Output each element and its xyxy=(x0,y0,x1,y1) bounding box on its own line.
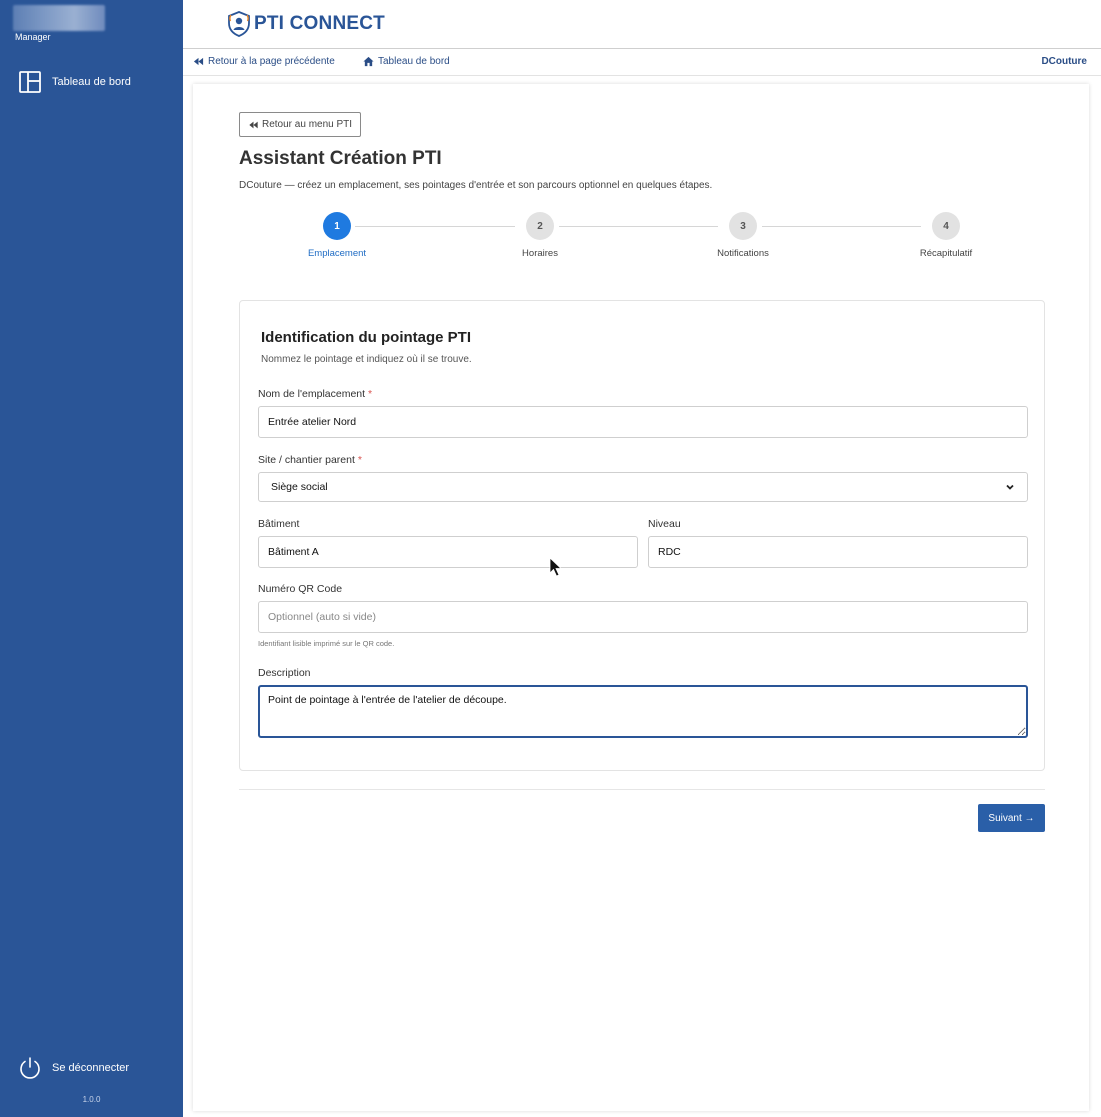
current-user[interactable]: DCouture xyxy=(1041,56,1087,67)
blurred-username xyxy=(13,5,105,31)
step-label: Récapitulatif xyxy=(919,248,973,259)
back-to-menu-label: Retour au menu PTI xyxy=(262,119,353,130)
chevron-down-icon xyxy=(1006,484,1014,490)
top-header: PTI CONNECT xyxy=(183,0,1101,49)
step-number: 4 xyxy=(932,212,960,240)
name-field-label: Nom de l'emplacement * xyxy=(258,388,372,400)
wizard-stepper: 1 Emplacement 2 Horaires 3 Notifications… xyxy=(193,212,1089,264)
qr-code-input[interactable] xyxy=(258,601,1028,633)
back-to-menu-button[interactable]: Retour au menu PTI xyxy=(239,112,362,137)
building-input[interactable] xyxy=(258,536,638,568)
page-subtitle: DCouture — créez un emplacement, ses poi… xyxy=(239,180,713,191)
actions-divider xyxy=(239,789,1045,790)
section-title: Identification du pointage PTI xyxy=(261,329,471,346)
back-previous-link[interactable]: Retour à la page précédente xyxy=(193,56,335,67)
level-field-label: Niveau xyxy=(648,518,681,530)
step-horaires[interactable]: 2 Horaires xyxy=(480,212,600,259)
breadcrumb: Retour à la page précédente Tableau de b… xyxy=(183,50,1101,76)
mouse-cursor-icon xyxy=(549,557,562,577)
step-label: Emplacement xyxy=(307,248,367,259)
section-subtitle: Nommez le pointage et indiquez où il se … xyxy=(261,354,472,365)
double-chevron-left-icon xyxy=(193,57,204,66)
step-number: 2 xyxy=(526,212,554,240)
name-label-text: Nom de l'emplacement xyxy=(258,388,366,400)
home-icon xyxy=(363,56,374,67)
site-select[interactable]: Siège social xyxy=(258,472,1028,502)
step-label: Horaires xyxy=(522,248,558,259)
logout-button[interactable]: Se déconnecter xyxy=(18,1056,129,1080)
back-previous-label: Retour à la page précédente xyxy=(208,56,335,67)
required-marker: * xyxy=(357,454,362,466)
user-role: Manager xyxy=(15,32,51,42)
sidebar-item-dashboard[interactable]: Tableau de bord xyxy=(18,70,131,94)
sidebar: Manager Tableau de bord Se déconnecter 1… xyxy=(0,0,183,1117)
app-logo: PTI CONNECT xyxy=(227,11,385,37)
step-recapitulatif[interactable]: 4 Récapitulatif xyxy=(886,212,1006,259)
step-number: 3 xyxy=(729,212,757,240)
step-label: Notifications xyxy=(717,248,769,259)
identification-form: Identification du pointage PTI Nommez le… xyxy=(239,300,1045,771)
wizard-card: Retour au menu PTI Assistant Création PT… xyxy=(193,84,1089,1111)
description-field-label: Description xyxy=(258,667,311,679)
required-marker: * xyxy=(367,388,373,400)
dashboard-icon xyxy=(19,71,41,93)
dashboard-link-label: Tableau de bord xyxy=(378,56,450,67)
qr-field-label: Numéro QR Code xyxy=(258,583,343,595)
step-number: 1 xyxy=(323,212,351,240)
step-notifications[interactable]: 3 Notifications xyxy=(683,212,803,259)
step-emplacement[interactable]: 1 Emplacement xyxy=(277,212,397,259)
site-field-label: Site / chantier parent * xyxy=(258,454,362,466)
location-name-input[interactable] xyxy=(258,406,1028,438)
next-button[interactable]: Suivant → xyxy=(978,804,1045,832)
double-chevron-left-icon xyxy=(249,121,258,128)
qr-help-text: Identifiant lisible imprimé sur le QR co… xyxy=(258,639,395,648)
logout-label: Se déconnecter xyxy=(52,1062,130,1074)
building-field-label: Bâtiment xyxy=(258,518,300,530)
pti-shield-logo-icon xyxy=(228,11,250,37)
sidebar-item-label: Tableau de bord xyxy=(52,76,131,88)
user-block: Manager xyxy=(13,5,105,42)
power-icon xyxy=(20,1057,40,1079)
level-input[interactable] xyxy=(648,536,1028,568)
page-title: Assistant Création PTI xyxy=(239,148,442,169)
app-version: 1.0.0 xyxy=(82,1095,101,1104)
app-name: PTI CONNECT xyxy=(254,13,385,34)
dashboard-link[interactable]: Tableau de bord xyxy=(363,56,450,67)
site-select-value: Siège social xyxy=(271,481,328,493)
description-textarea[interactable]: Point de pointage à l'entrée de l'atelie… xyxy=(258,685,1028,738)
site-label-text: Site / chantier parent xyxy=(258,454,355,466)
